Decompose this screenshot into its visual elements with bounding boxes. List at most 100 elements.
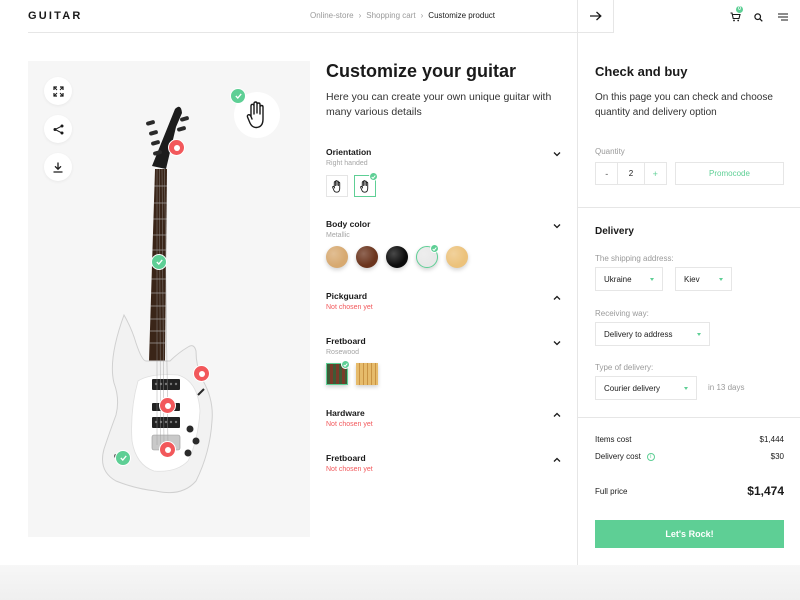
chevron-right-icon: › [358, 11, 362, 20]
section-divider [578, 417, 800, 418]
option-name: Hardware [326, 408, 365, 418]
option-orientation[interactable]: Orientation Right handed [326, 147, 566, 202]
hand-icon [332, 179, 341, 193]
breadcrumb-customize-product: Customize product [428, 11, 495, 20]
quantity-value[interactable]: 2 [617, 163, 645, 184]
items-cost-label: Items cost [595, 435, 632, 444]
option-name: Pickguard [326, 291, 368, 301]
country-select[interactable]: Ukraine [595, 267, 663, 291]
delivery-cost-value: $30 [770, 452, 784, 461]
option-value: Not chosen yet [326, 421, 373, 428]
quantity-label: Quantity [595, 147, 625, 156]
breadcrumb-shopping-cart[interactable]: Shopping cart [366, 11, 415, 20]
product-image-panel [28, 61, 310, 537]
lets-rock-button[interactable]: Let's Rock! [595, 520, 784, 548]
option-body-color[interactable]: Body color Metallic [326, 219, 566, 274]
city-select[interactable]: Kiev [675, 267, 732, 291]
chevron-down-icon[interactable] [552, 149, 562, 159]
option-fretboard[interactable]: Fretboard Rosewood [326, 336, 566, 391]
customize-title: Customize your guitar [326, 61, 517, 81]
hand-icon [360, 179, 369, 193]
option-fretboard-2[interactable]: Fretboard Not chosen yet [326, 453, 566, 478]
receiving-way-select[interactable]: Delivery to address [595, 322, 710, 346]
quantity-decrease-button[interactable]: - [596, 163, 617, 184]
left-handed-option[interactable] [326, 175, 348, 197]
next-step-button[interactable] [577, 0, 614, 33]
hamburger-icon [778, 13, 788, 21]
neck-done-check-icon[interactable] [151, 254, 167, 270]
delivery-type-select[interactable]: Courier delivery [595, 376, 697, 400]
chevron-up-icon[interactable] [552, 455, 562, 465]
chevron-down-icon[interactable] [552, 338, 562, 348]
caret-down-icon [719, 278, 723, 281]
chevron-up-icon[interactable] [552, 410, 562, 420]
option-hardware[interactable]: Hardware Not chosen yet [326, 408, 566, 433]
search-button[interactable] [750, 9, 766, 25]
chevron-up-icon[interactable] [552, 293, 562, 303]
full-price-label: Full price [595, 487, 628, 496]
option-name: Fretboard [326, 453, 366, 463]
country-value: Ukraine [604, 274, 632, 284]
cart-count-badge: 0 [736, 6, 743, 13]
selected-check-icon [430, 244, 439, 253]
delivery-eta: in 13 days [708, 383, 745, 392]
selected-check-icon [341, 360, 350, 369]
quantity-stepper[interactable]: - 2 + [595, 162, 667, 185]
promocode-button[interactable]: Promocode [675, 162, 784, 185]
shipping-address-label: The shipping address: [595, 254, 674, 263]
caret-down-icon [684, 387, 688, 390]
option-value: Right handed [326, 160, 368, 167]
option-name: Fretboard [326, 336, 366, 346]
breadcrumb-online-store[interactable]: Online-store [310, 11, 354, 20]
cart-button[interactable]: 0 [727, 6, 743, 25]
option-value: Metallic [326, 232, 350, 239]
hardware-hotspot[interactable] [159, 441, 176, 458]
checkout-description: On this page you can check and choose qu… [595, 92, 773, 118]
option-pickguard[interactable]: Pickguard Not chosen yet [326, 291, 566, 316]
customize-description: Here you can create your own unique guit… [326, 91, 552, 118]
page: GUITAR Online-store › Shopping cart › Cu… [0, 0, 800, 565]
receiving-way-value: Delivery to address [604, 329, 673, 339]
delivery-cost-row: Delivery cost i [595, 452, 655, 461]
cart-icon [730, 12, 741, 22]
search-icon [753, 12, 763, 22]
color-swatch[interactable] [326, 246, 348, 268]
color-swatch[interactable] [356, 246, 378, 268]
chevron-right-icon: › [420, 11, 424, 20]
delivery-cost-label: Delivery cost [595, 452, 641, 461]
city-value: Kiev [684, 274, 700, 284]
body-done-check-icon[interactable] [115, 450, 131, 466]
pickguard-hotspot[interactable] [193, 365, 210, 382]
logo[interactable]: GUITAR [28, 10, 83, 22]
color-swatch[interactable] [446, 246, 468, 268]
caret-down-icon [697, 333, 701, 336]
guitar-image [102, 106, 213, 494]
page-footer-band [0, 565, 800, 600]
headstock-hotspot[interactable] [168, 139, 185, 156]
option-name: Body color [326, 219, 371, 229]
header-divider [28, 32, 578, 33]
column-divider [577, 33, 578, 565]
items-cost-value: $1,444 [759, 435, 784, 444]
info-icon[interactable]: i [646, 452, 655, 461]
breadcrumb: Online-store › Shopping cart › Customize… [310, 11, 495, 20]
fretboard-maple-tile[interactable] [356, 363, 378, 385]
option-name: Orientation [326, 147, 372, 157]
delivery-type-value: Courier delivery [604, 383, 661, 393]
checkout-title: Check and buy [595, 64, 688, 79]
menu-button[interactable] [775, 9, 791, 25]
caret-down-icon [650, 278, 654, 281]
pickup-hotspot[interactable] [159, 397, 176, 414]
header: GUITAR Online-store › Shopping cart › Cu… [0, 0, 800, 33]
arrow-right-icon [589, 11, 602, 21]
option-value: Not chosen yet [326, 466, 373, 473]
quantity-increase-button[interactable]: + [645, 163, 666, 184]
color-swatch[interactable] [386, 246, 408, 268]
delivery-title: Delivery [595, 226, 634, 237]
option-value: Rosewood [326, 349, 360, 356]
delivery-type-label: Type of delivery: [595, 363, 654, 372]
section-divider [578, 207, 800, 208]
full-price-value: $1,474 [747, 484, 784, 498]
option-value: Not chosen yet [326, 304, 373, 311]
chevron-down-icon[interactable] [552, 221, 562, 231]
